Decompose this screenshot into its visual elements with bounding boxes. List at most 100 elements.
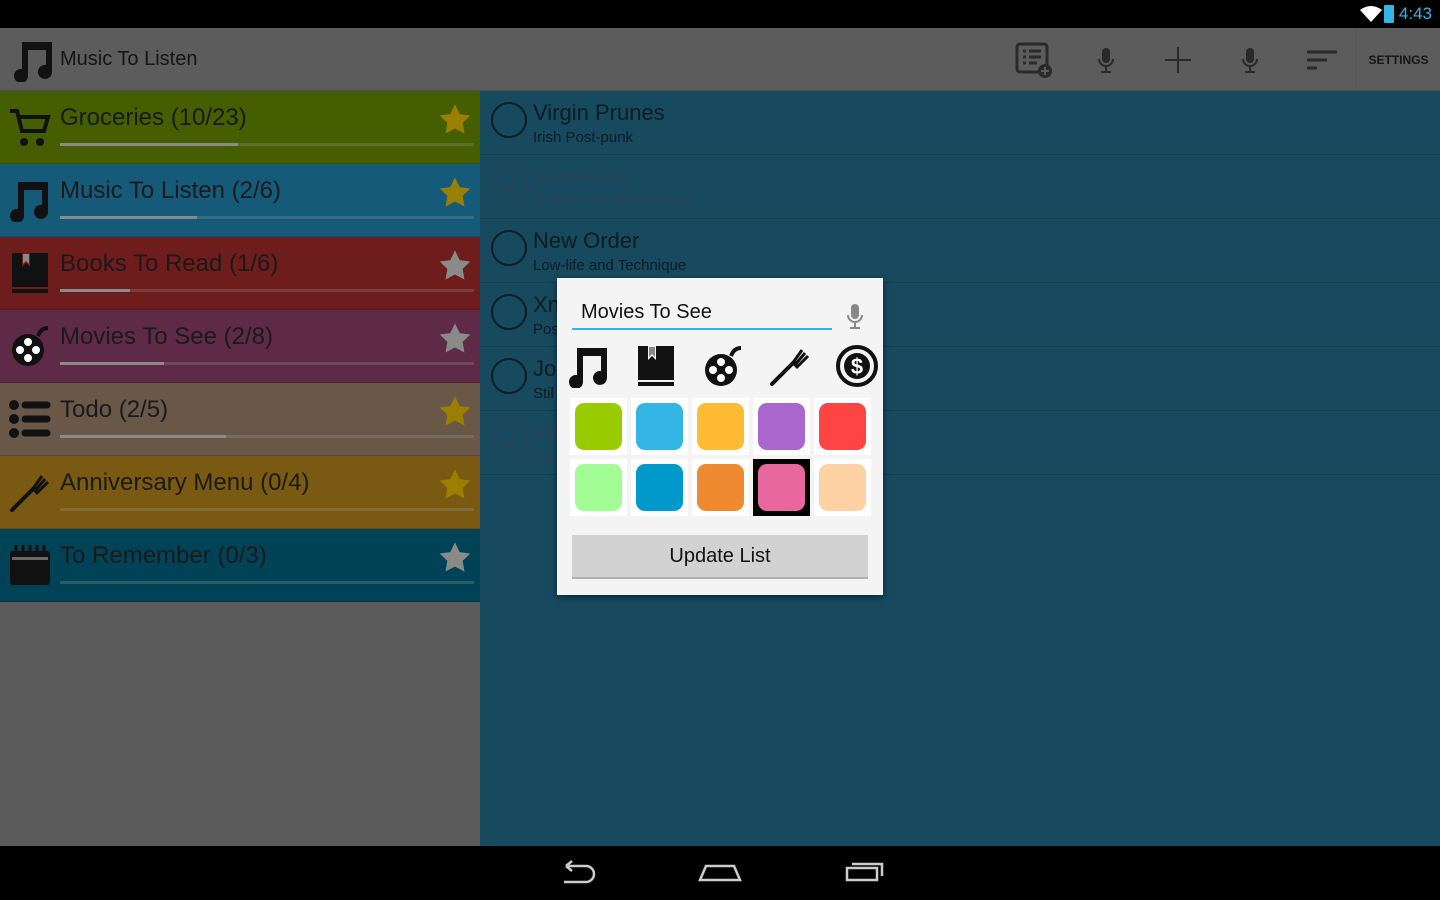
checkbox-circle[interactable] — [491, 230, 527, 266]
star-icon[interactable] — [438, 468, 472, 505]
color-swatch[interactable] — [631, 398, 688, 455]
list-name: Books To Read (1/6) — [60, 250, 279, 277]
status-bar: 4:43 — [0, 0, 1440, 28]
list-name-input[interactable] — [572, 296, 832, 330]
fork-icon — [8, 470, 52, 519]
music-icon — [8, 178, 52, 227]
item-title: An — [533, 420, 560, 445]
edit-list-dialog: $ Update List — [557, 278, 883, 595]
mic-icon[interactable] — [845, 302, 865, 330]
clock: 4:43 — [1398, 4, 1432, 23]
list-name: Groceries (10/23) — [60, 104, 247, 131]
navigation-bar — [0, 846, 1440, 900]
sort-button[interactable] — [1300, 38, 1344, 82]
music-icon[interactable] — [567, 344, 611, 393]
cart-icon — [8, 105, 52, 154]
list-row[interactable]: Movies To See (2/8) — [0, 310, 480, 383]
list-item[interactable]: Gun Club Jeffrey Lee Pierce band — [480, 155, 1440, 219]
action-bar: Music To Listen SETTINGS — [0, 28, 1440, 91]
plus-icon — [1165, 47, 1191, 73]
dollar-icon[interactable]: $ — [835, 344, 879, 393]
fork-icon[interactable] — [768, 344, 812, 393]
add-list-button[interactable] — [1012, 38, 1056, 82]
list-row[interactable]: Books To Read (1/6) — [0, 237, 480, 310]
app-title: Music To Listen — [60, 48, 198, 70]
book-icon — [8, 251, 52, 300]
item-subtitle: Pos — [533, 321, 559, 338]
mic-icon — [1242, 48, 1258, 73]
color-swatch[interactable] — [753, 459, 810, 516]
mic-icon — [1098, 48, 1114, 73]
progress-bar — [60, 508, 474, 511]
calendar-icon — [8, 543, 52, 592]
list-name: Todo (2/5) — [60, 396, 169, 423]
list-add-icon — [1015, 42, 1052, 78]
film-reel-icon — [8, 324, 52, 373]
progress-bar — [60, 289, 474, 292]
color-swatch[interactable] — [570, 459, 627, 516]
svg-text:$: $ — [851, 354, 863, 379]
item-title: New Order — [533, 228, 640, 253]
color-swatch[interactable] — [692, 398, 749, 455]
book-icon[interactable] — [634, 344, 678, 393]
item-subtitle: Stil — [533, 385, 554, 402]
item-title: Gun Club — [533, 164, 626, 189]
recents-icon[interactable] — [844, 858, 886, 886]
music-icon[interactable] — [12, 38, 56, 82]
wifi-icon — [1360, 6, 1382, 22]
item-title: Virgin Prunes — [533, 100, 665, 125]
item-subtitle: Irish Post-punk — [533, 129, 634, 146]
star-icon[interactable] — [438, 541, 472, 578]
list-item[interactable]: New Order Low-life and Technique — [480, 219, 1440, 283]
voice-add-button[interactable] — [1228, 38, 1272, 82]
checkbox-circle[interactable] — [491, 102, 527, 138]
star-icon[interactable] — [438, 395, 472, 432]
item-title: Xn — [533, 292, 560, 317]
progress-bar — [60, 216, 474, 219]
progress-bar — [60, 435, 474, 438]
progress-bar — [60, 362, 474, 365]
list-name: To Remember (0/3) — [60, 542, 267, 569]
battery-icon — [1384, 5, 1394, 23]
star-icon[interactable] — [438, 176, 472, 213]
settings-button[interactable]: SETTINGS — [1356, 28, 1440, 91]
color-swatch[interactable] — [753, 398, 810, 455]
checked-circle-icon[interactable] — [491, 422, 527, 458]
star-icon[interactable] — [438, 249, 472, 286]
item-title: Jo — [533, 356, 557, 381]
list-row[interactable]: Anniversary Menu (0/4) — [0, 456, 480, 529]
star-icon[interactable] — [438, 322, 472, 359]
add-item-button[interactable] — [1156, 38, 1200, 82]
color-swatch[interactable] — [814, 459, 871, 516]
star-icon[interactable] — [438, 103, 472, 140]
list-row[interactable]: Music To Listen (2/6) — [0, 164, 480, 237]
list-row[interactable]: To Remember (0/3) — [0, 529, 480, 602]
list-name: Anniversary Menu (0/4) — [60, 469, 310, 496]
list-row[interactable]: Todo (2/5) — [0, 383, 480, 456]
list-name: Movies To See (2/8) — [60, 323, 273, 350]
back-icon[interactable] — [556, 858, 596, 886]
item-subtitle: Low-life and Technique — [533, 257, 687, 274]
lists-panel: Groceries (10/23) Music To Listen (2/6) … — [0, 91, 480, 846]
list-name: Music To Listen (2/6) — [60, 177, 281, 204]
progress-bar — [60, 143, 474, 146]
update-list-button[interactable]: Update List — [572, 535, 868, 579]
sort-icon — [1307, 50, 1337, 70]
icon-picker: $ — [567, 344, 878, 393]
home-icon[interactable] — [698, 858, 742, 886]
checkbox-circle[interactable] — [491, 294, 527, 330]
color-swatch[interactable] — [631, 459, 688, 516]
checked-circle-icon[interactable] — [491, 166, 527, 202]
list-item[interactable]: Virgin Prunes Irish Post-punk — [480, 91, 1440, 155]
voice-input-button[interactable] — [1084, 38, 1128, 82]
list-icon — [8, 397, 52, 446]
color-swatch[interactable] — [570, 398, 627, 455]
list-row[interactable]: Groceries (10/23) — [0, 91, 480, 164]
color-swatch[interactable] — [814, 398, 871, 455]
progress-bar — [60, 581, 474, 584]
item-subtitle: Sup — [533, 449, 560, 466]
color-swatch[interactable] — [692, 459, 749, 516]
checkbox-circle[interactable] — [491, 358, 527, 394]
item-subtitle: Jeffrey Lee Pierce band — [533, 193, 692, 210]
film-reel-icon[interactable] — [701, 344, 745, 393]
